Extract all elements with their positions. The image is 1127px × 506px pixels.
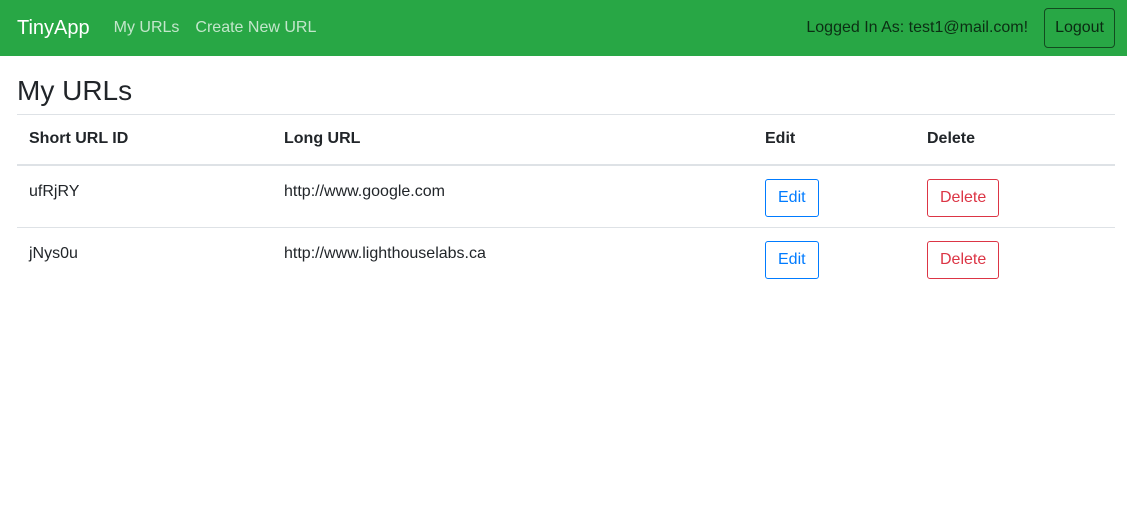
urls-table: Short URL ID Long URL Edit Delete ufRjRY… <box>17 114 1115 291</box>
header-edit: Edit <box>753 114 915 166</box>
cell-long-url: http://www.lighthouselabs.ca <box>272 228 753 291</box>
cell-long-url: http://www.google.com <box>272 164 753 228</box>
header-delete: Delete <box>915 114 1115 166</box>
cell-delete: Delete <box>915 164 1115 228</box>
short-id-text: jNys0u <box>29 245 78 262</box>
header-short-url-id: Short URL ID <box>17 114 272 166</box>
delete-button[interactable]: Delete <box>927 178 1000 217</box>
logged-in-status: Logged In As: test1@mail.com! <box>806 19 1029 36</box>
edit-button[interactable]: Edit <box>765 178 819 217</box>
nav-link-my-urls[interactable]: My URLs <box>114 19 180 37</box>
delete-button[interactable]: Delete <box>927 241 1000 279</box>
cell-edit: Edit <box>753 164 915 228</box>
top-navbar: TinyApp My URLs Create New URL Logged In… <box>0 0 1127 56</box>
main-content: My URLs Short URL ID Long URL Edit Delet… <box>17 56 1115 291</box>
cell-short-id: ufRjRY <box>17 164 272 228</box>
page-title: My URLs <box>17 75 133 106</box>
header-long-url: Long URL <box>272 114 753 166</box>
brand-link[interactable]: TinyApp <box>17 17 90 40</box>
nav-link-create-new-url[interactable]: Create New URL <box>195 19 316 37</box>
logout-button[interactable]: Logout <box>1044 8 1115 48</box>
cell-delete: Delete <box>915 228 1115 291</box>
cell-edit: Edit <box>753 228 915 291</box>
table-row: ufRjRY http://www.google.com Edit Delete <box>17 164 1115 228</box>
long-url-text: http://www.google.com <box>284 182 445 200</box>
edit-button[interactable]: Edit <box>765 241 819 279</box>
cell-short-id: jNys0u <box>17 228 272 291</box>
table-header-row: Short URL ID Long URL Edit Delete <box>17 114 1115 166</box>
table-row: jNys0u http://www.lighthouselabs.ca Edit… <box>17 228 1115 291</box>
long-url-text: http://www.lighthouselabs.ca <box>284 245 486 262</box>
short-id-text: ufRjRY <box>29 182 80 200</box>
